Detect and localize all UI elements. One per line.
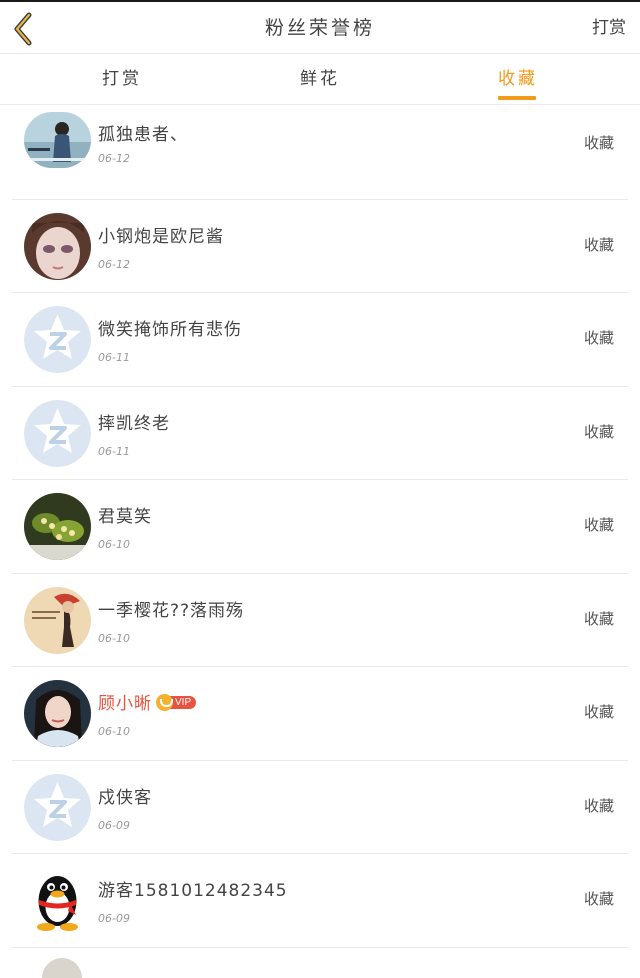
list-item[interactable]: 微笑掩饰所有悲伤 06-11 收藏 — [12, 293, 628, 387]
avatar — [24, 867, 91, 934]
user-name: 君莫笑 — [98, 507, 152, 527]
qq-penguin-icon — [24, 867, 91, 934]
list-item[interactable]: 游客1581012482345 06-09 收藏 — [12, 854, 628, 948]
list-item[interactable]: 小钢炮是欧尼酱 06-12 收藏 — [12, 200, 628, 293]
user-name: 摔凯终老 — [98, 413, 170, 434]
action-label: 收藏 — [583, 422, 614, 441]
action-label: 收藏 — [583, 516, 614, 534]
default-star-icon — [24, 306, 91, 373]
date-label: 06-09 — [98, 818, 130, 832]
tab-flowers[interactable]: 鲜花 — [270, 54, 370, 105]
date-label: 06-12 — [98, 152, 130, 165]
date-label: 06-11 — [98, 444, 130, 458]
date-label: 06-10 — [98, 538, 130, 551]
page-title: 粉丝荣誉榜 — [264, 17, 375, 39]
user-name-vip: 顾小晰 VIP — [98, 689, 197, 714]
avatar — [24, 306, 91, 373]
avatar — [24, 773, 91, 841]
list-item[interactable]: 戍侠客 06-09 收藏 — [12, 761, 628, 854]
avatar — [42, 957, 82, 978]
tab-reward[interactable]: 打赏 — [72, 54, 172, 105]
user-name: 游客1581012482345 — [98, 881, 288, 901]
date-label: 06-12 — [98, 257, 130, 271]
date-label: 06-09 — [98, 912, 130, 925]
fan-list: 孤独患者、 06-12 收藏 小钢炮是欧尼酱 06-12 收藏 微笑掩饰所有悲伤… — [0, 106, 640, 978]
user-name: 一季樱花??落雨殇 — [98, 600, 245, 621]
date-label: 06-11 — [98, 351, 130, 364]
avatar — [24, 112, 91, 168]
vip-crown-icon — [156, 693, 173, 711]
avatar — [24, 680, 91, 747]
top-bar: 粉丝荣誉榜 打赏 — [0, 0, 640, 54]
vip-label: VIP — [169, 695, 197, 709]
avatar — [24, 586, 91, 654]
avatar — [24, 212, 91, 280]
action-label: 收藏 — [583, 703, 614, 721]
action-label: 收藏 — [583, 235, 614, 254]
user-name-text: 顾小晰 — [98, 694, 152, 714]
default-star-icon — [24, 773, 91, 841]
user-name: 孤独患者、 — [98, 125, 188, 145]
list-item[interactable]: 孤独患者、 06-12 收藏 — [12, 106, 628, 200]
avatar — [24, 399, 91, 467]
action-label: 收藏 — [583, 609, 614, 628]
date-label: 06-10 — [98, 725, 130, 738]
user-name: 小钢炮是欧尼酱 — [98, 226, 224, 247]
avatar — [24, 493, 91, 560]
list-item[interactable]: 一季樱花??落雨殇 06-10 收藏 — [12, 574, 628, 667]
tab-bar: 打赏 鲜花 收藏 — [0, 54, 640, 105]
action-label: 收藏 — [583, 329, 614, 347]
list-item[interactable]: 君莫笑 06-10 收藏 — [12, 480, 628, 574]
action-label: 收藏 — [583, 796, 614, 815]
action-label: 收藏 — [583, 890, 614, 908]
user-name: 戍侠客 — [98, 787, 152, 808]
active-tab-indicator — [498, 96, 536, 100]
reward-button[interactable]: 打赏 — [592, 2, 626, 54]
list-item[interactable]: 摔凯终老 06-11 收藏 — [12, 387, 628, 480]
default-star-icon — [24, 399, 91, 467]
action-label: 收藏 — [583, 134, 614, 152]
user-name: 微笑掩饰所有悲伤 — [98, 320, 242, 340]
vip-badge: VIP — [156, 693, 197, 711]
list-item[interactable]: 顾小晰 VIP 06-10 收藏 — [12, 667, 628, 761]
date-label: 06-10 — [98, 631, 130, 645]
